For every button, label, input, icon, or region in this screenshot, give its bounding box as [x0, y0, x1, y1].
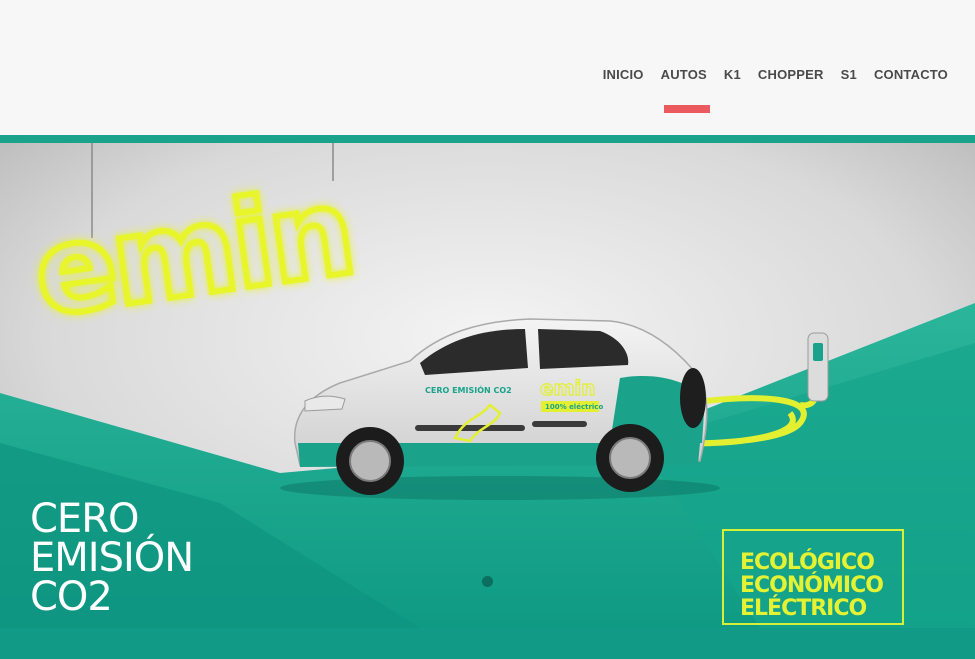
car-decal-badge: 100% eléctrico [545, 403, 603, 411]
nav-item-autos[interactable]: AUTOS [661, 67, 707, 82]
tagline-box: ECOLÓGICO ECONÓMICO ELÉCTRICO [722, 529, 904, 625]
car-spare-tire [680, 368, 706, 428]
nav-item-s1[interactable]: S1 [841, 67, 857, 82]
car-side-trim [415, 425, 525, 431]
main-nav: INICIO AUTOS K1 CHOPPER S1 CONTACTO [603, 67, 948, 82]
headline-line: CERO [30, 496, 139, 542]
tagline-line: ELÉCTRICO [740, 596, 867, 621]
header-divider [0, 135, 975, 143]
car-rim-front [349, 440, 391, 482]
nav-item-chopper[interactable]: CHOPPER [758, 67, 824, 82]
nav-item-inicio[interactable]: INICIO [603, 67, 644, 82]
tagline-line: ECOLÓGICO [740, 550, 875, 575]
hero-headline: CERO EMISIÓN CO2 [30, 496, 194, 620]
bottom-band [0, 628, 975, 659]
car-decal-text: CERO EMISIÓN CO2 [425, 384, 512, 395]
site-header: INICIO AUTOS K1 CHOPPER S1 CONTACTO [0, 0, 975, 135]
headline-line: CO2 [30, 574, 113, 620]
charging-station-screen [813, 343, 823, 361]
car-headlight [304, 395, 346, 412]
headline-line: EMISIÓN [30, 535, 194, 581]
slider-dot[interactable] [482, 576, 493, 587]
tagline-text: ECOLÓGICO ECONÓMICO ELÉCTRICO [740, 550, 884, 621]
car-rim-rear [609, 437, 651, 479]
tagline-line: ECONÓMICO [740, 573, 884, 598]
car-decal-brand: emin [540, 376, 596, 400]
car-side-trim [532, 421, 587, 427]
nav-item-k1[interactable]: K1 [724, 67, 741, 82]
active-nav-indicator [664, 105, 710, 113]
nav-item-contacto[interactable]: CONTACTO [874, 67, 948, 82]
hero-banner: emin CERO EMISIÓN CO2 emin 100% eléctric… [0, 143, 975, 628]
